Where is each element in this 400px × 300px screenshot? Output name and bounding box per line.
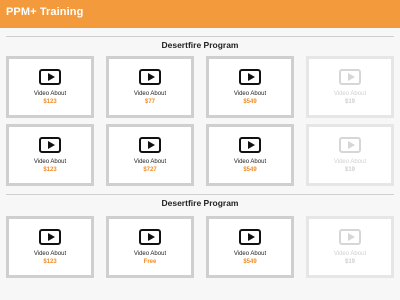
video-price: $123 xyxy=(43,99,57,105)
app-title: PPM+ Training xyxy=(6,6,84,18)
video-card-disabled: Video About $19 xyxy=(306,124,394,186)
video-price: $123 xyxy=(43,167,57,173)
play-icon xyxy=(339,137,361,153)
video-label: Video About xyxy=(133,159,167,165)
video-price: $77 xyxy=(144,99,155,105)
video-card[interactable]: Video About $123 xyxy=(6,56,94,118)
video-card[interactable]: Video About $549 xyxy=(206,56,294,118)
video-label: Video About xyxy=(333,91,367,97)
section-header: Desertfire Program xyxy=(0,36,400,50)
play-icon xyxy=(339,229,361,245)
video-price: $19 xyxy=(344,99,355,105)
video-price: $19 xyxy=(344,167,355,173)
play-icon xyxy=(239,137,261,153)
video-card[interactable]: Video About $549 xyxy=(206,124,294,186)
video-label: Video About xyxy=(233,159,267,165)
section-header: Desertfire Program xyxy=(0,194,400,208)
app-header: PPM+ Training xyxy=(0,0,400,28)
video-card-disabled: Video About $19 xyxy=(306,56,394,118)
video-price: $727 xyxy=(143,167,157,173)
video-grid: Video About $123 Video About Free Video … xyxy=(6,216,396,278)
video-label: Video About xyxy=(33,159,67,165)
divider xyxy=(6,194,394,195)
video-card[interactable]: Video About $77 xyxy=(106,56,194,118)
video-label: Video About xyxy=(333,251,367,257)
video-price: Free xyxy=(143,259,157,265)
video-card-disabled: Video About $19 xyxy=(306,216,394,278)
divider xyxy=(6,36,394,37)
play-icon xyxy=(239,69,261,85)
section-title: Desertfire Program xyxy=(161,40,239,50)
play-icon xyxy=(39,137,61,153)
video-grid: Video About $123 Video About $727 Video … xyxy=(6,124,396,186)
play-icon xyxy=(139,137,161,153)
video-price: $19 xyxy=(344,259,355,265)
video-card[interactable]: Video About $727 xyxy=(106,124,194,186)
video-card[interactable]: Video About Free xyxy=(106,216,194,278)
video-card[interactable]: Video About $123 xyxy=(6,216,94,278)
video-price: $123 xyxy=(43,259,57,265)
video-label: Video About xyxy=(33,91,67,97)
video-label: Video About xyxy=(133,91,167,97)
video-label: Video About xyxy=(233,91,267,97)
video-label: Video About xyxy=(33,251,67,257)
video-label: Video About xyxy=(133,251,167,257)
video-price: $549 xyxy=(243,259,257,265)
video-card[interactable]: Video About $549 xyxy=(206,216,294,278)
video-label: Video About xyxy=(233,251,267,257)
play-icon xyxy=(339,69,361,85)
play-icon xyxy=(139,69,161,85)
video-grid: Video About $123 Video About $77 Video A… xyxy=(6,56,396,118)
video-card[interactable]: Video About $123 xyxy=(6,124,94,186)
play-icon xyxy=(39,229,61,245)
video-price: $549 xyxy=(243,99,257,105)
section-title: Desertfire Program xyxy=(161,198,239,208)
video-label: Video About xyxy=(333,159,367,165)
play-icon xyxy=(239,229,261,245)
play-icon xyxy=(139,229,161,245)
video-price: $549 xyxy=(243,167,257,173)
play-icon xyxy=(39,69,61,85)
